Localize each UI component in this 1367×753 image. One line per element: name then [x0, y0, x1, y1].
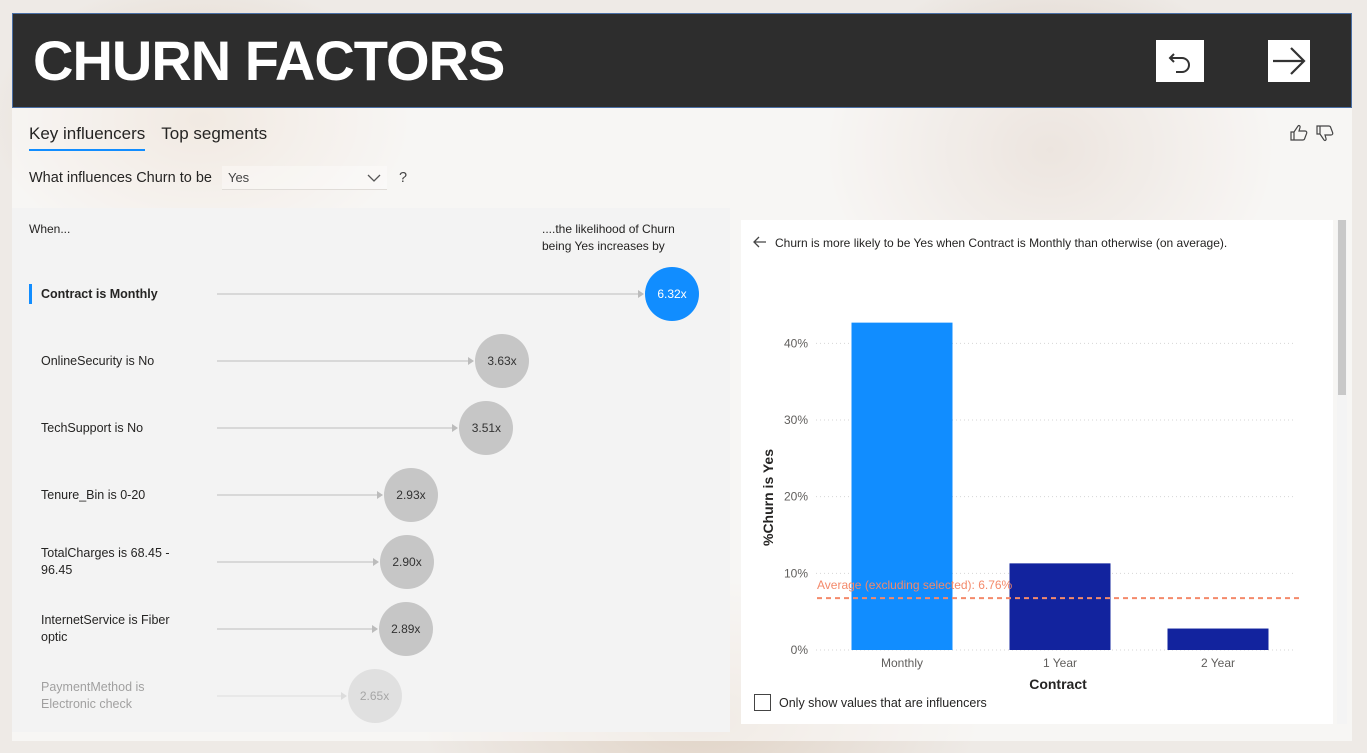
influencer-connector — [217, 628, 373, 630]
bar — [851, 322, 953, 650]
back-button[interactable] — [1156, 40, 1204, 82]
influencer-connector — [217, 494, 378, 496]
influence-bubble[interactable]: 6.32x — [645, 267, 699, 321]
influencer-label: TotalCharges is 68.45 - 96.45 — [41, 546, 170, 577]
influencer-label: PaymentMethod is Electronic check — [41, 680, 145, 711]
bar — [1009, 563, 1111, 650]
column-header-likelihood-line2: being Yes increases by — [542, 239, 665, 253]
influence-bubble[interactable]: 2.65x — [347, 669, 402, 723]
y-tick-label: 40% — [784, 336, 808, 350]
influencer-label: Contract is Monthly — [41, 286, 158, 301]
connector-arrowhead — [638, 290, 644, 298]
influencer-label: OnlineSecurity is No — [41, 353, 155, 368]
page-title: CHURN FACTORS — [33, 29, 505, 92]
column-header-when: When... — [29, 222, 71, 236]
bar — [1167, 628, 1269, 650]
connector-arrowhead — [371, 625, 378, 633]
influence-bubble[interactable]: 2.89x — [378, 602, 433, 656]
influence-bubble[interactable]: 2.93x — [383, 468, 438, 522]
influencer-row[interactable]: TechSupport is No 3.51x — [12, 401, 730, 455]
connector-arrowhead — [376, 491, 383, 499]
influencer-connector — [217, 293, 639, 295]
influencer-row[interactable]: InternetService is Fiber optic 2.89x — [12, 602, 730, 656]
x-axis-title: Contract — [1029, 676, 1087, 690]
influence-bubble[interactable]: 3.51x — [459, 401, 514, 455]
chevron-down-icon — [367, 174, 381, 182]
influencer-row[interactable]: TotalCharges is 68.45 - 96.45 2.90x — [12, 535, 730, 589]
report-header: CHURN FACTORS — [12, 13, 1352, 108]
y-tick-label: 20% — [784, 490, 808, 504]
influencer-label: InternetService is Fiber optic — [41, 613, 170, 644]
forward-button[interactable] — [1268, 40, 1310, 82]
scrollbar-thumb[interactable] — [1338, 220, 1346, 395]
dropdown-value: Yes — [227, 170, 250, 185]
influence-bubble[interactable]: 3.63x — [475, 334, 529, 388]
influence-question: What influences Churn to be Yes ? — [29, 166, 407, 190]
y-tick-label: 0% — [791, 643, 809, 657]
detail-panel: Churn is more likely to be Yes when Cont… — [741, 220, 1333, 724]
connector-arrowhead — [340, 692, 347, 700]
visual-tabs: Key influencers Top segments — [29, 124, 267, 151]
connector-arrowhead — [468, 357, 474, 365]
influencer-row[interactable]: OnlineSecurity is No 3.63x — [12, 334, 730, 388]
x-tick-label: 2 Year — [1201, 656, 1235, 670]
y-tick-label: 30% — [784, 413, 808, 427]
influencers-only-checkbox[interactable] — [754, 694, 771, 711]
influencer-connector — [217, 561, 375, 563]
influencer-connector — [217, 360, 469, 362]
question-prefix: What influences Churn to be — [29, 170, 212, 186]
influencer-connector — [217, 427, 454, 429]
thumbs-up-icon[interactable] — [1289, 124, 1309, 142]
tab-top-segments[interactable]: Top segments — [161, 124, 267, 151]
column-header-likelihood-line1: ....the likelihood of Churn — [542, 222, 675, 236]
x-tick-label: Monthly — [881, 656, 923, 670]
detail-scrollbar[interactable] — [1337, 220, 1347, 724]
influencer-label: TechSupport is No — [41, 420, 144, 435]
connector-arrowhead — [373, 558, 380, 566]
influencers-list-panel: When... ....the likelihood of Churn bein… — [12, 208, 730, 732]
average-line-label: Average (excluding selected): 6.76% — [817, 578, 1013, 592]
influencer-connector — [217, 695, 342, 697]
checkbox-label: Only show values that are influencers — [779, 695, 987, 710]
influencer-row[interactable]: Tenure_Bin is 0-20 2.93x — [12, 468, 730, 522]
tab-key-influencers[interactable]: Key influencers — [29, 124, 146, 151]
influencer-row[interactable]: PaymentMethod is Electronic check 2.65x — [12, 669, 730, 723]
selected-indicator — [29, 284, 32, 304]
question-suffix: ? — [398, 170, 408, 186]
undo-icon — [1168, 53, 1190, 73]
influence-bubble[interactable]: 2.90x — [380, 535, 435, 589]
contract-bar-chart: 0% 10% 20% 30% 40% Monthly 1 Year 2 Year Average… — [760, 322, 1301, 690]
y-tick-label: 10% — [784, 566, 808, 580]
influencer-label: Tenure_Bin is 0-20 — [41, 487, 146, 502]
target-value-dropdown[interactable]: Yes — [221, 166, 387, 190]
connector-arrowhead — [452, 424, 459, 432]
y-axis-title: %Churn is Yes — [760, 449, 776, 546]
arrow-right-icon — [1273, 47, 1306, 75]
influencers-filter: Only show values that are influencers — [754, 694, 987, 711]
thumbs-down-icon[interactable] — [1315, 124, 1335, 142]
x-tick-label: 1 Year — [1043, 656, 1077, 670]
influencer-row[interactable]: Contract is Monthly 6.32x — [12, 267, 730, 321]
feedback-group — [1289, 124, 1335, 142]
column-header-likelihood: ....the likelihood of Churn being Yes in… — [542, 221, 692, 255]
